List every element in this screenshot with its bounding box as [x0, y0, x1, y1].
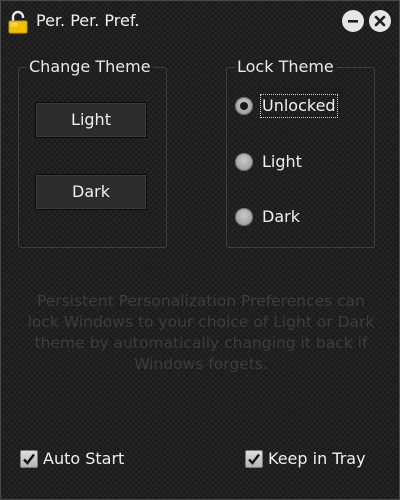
radio-button-icon: [235, 153, 253, 171]
change-theme-legend: Change Theme: [27, 57, 153, 76]
keep-in-tray-label: Keep in Tray: [268, 449, 366, 468]
radio-button-icon: [235, 97, 253, 115]
auto-start-label: Auto Start: [43, 449, 125, 468]
app-window: Per. Per. Pref. Change Theme Light Dark …: [0, 0, 400, 500]
window-title: Per. Per. Pref.: [36, 11, 140, 30]
title-bar[interactable]: Per. Per. Pref.: [1, 1, 399, 41]
radio-label-light: Light: [262, 152, 302, 171]
minimize-icon: [348, 20, 358, 23]
checkbox-box: [20, 450, 38, 468]
change-theme-group: Change Theme Light Dark: [18, 58, 167, 248]
checkmark-icon: [23, 453, 35, 465]
minimize-button[interactable]: [342, 10, 364, 32]
radio-label-dark: Dark: [262, 207, 300, 226]
close-button[interactable]: [369, 10, 391, 32]
dark-theme-button[interactable]: Dark: [35, 174, 147, 210]
lock-theme-group: Lock Theme Unlocked Light Dark: [226, 58, 375, 248]
radio-button-icon: [235, 208, 253, 226]
light-theme-button[interactable]: Light: [35, 102, 147, 138]
checkmark-icon: [248, 453, 260, 465]
radio-label-unlocked: Unlocked: [260, 94, 338, 118]
lock-theme-legend: Lock Theme: [235, 57, 336, 76]
padlock-icon: [8, 10, 28, 34]
checkbox-box: [245, 450, 263, 468]
close-icon: [374, 15, 386, 27]
description-text: Persistent Personalization Preferences c…: [27, 292, 375, 373]
